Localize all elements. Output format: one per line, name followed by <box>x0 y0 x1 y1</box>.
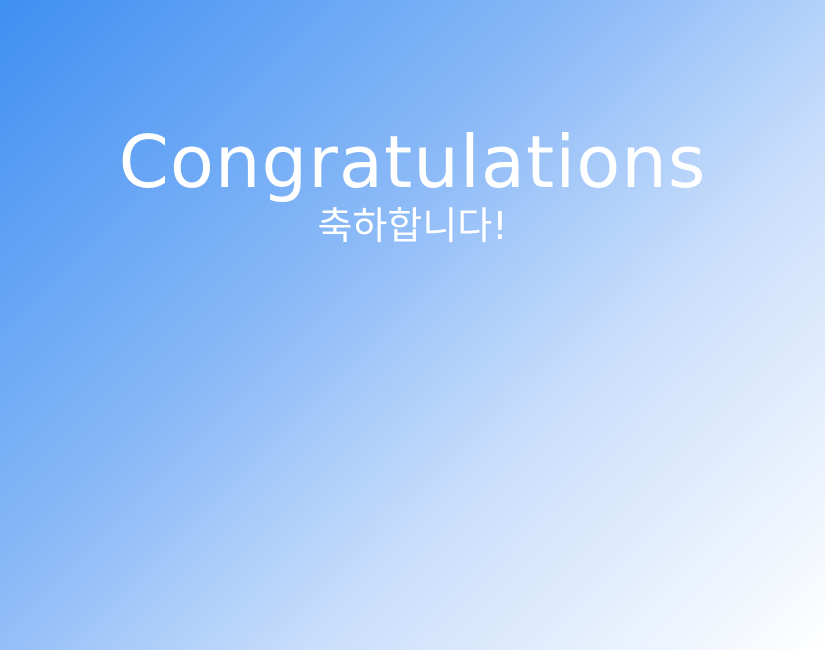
congratulations-screen: Congratulations 축하합니다! <box>0 0 825 650</box>
congratulations-subtitle: 축하합니다! <box>317 204 508 248</box>
congratulations-title: Congratulations <box>118 120 707 204</box>
